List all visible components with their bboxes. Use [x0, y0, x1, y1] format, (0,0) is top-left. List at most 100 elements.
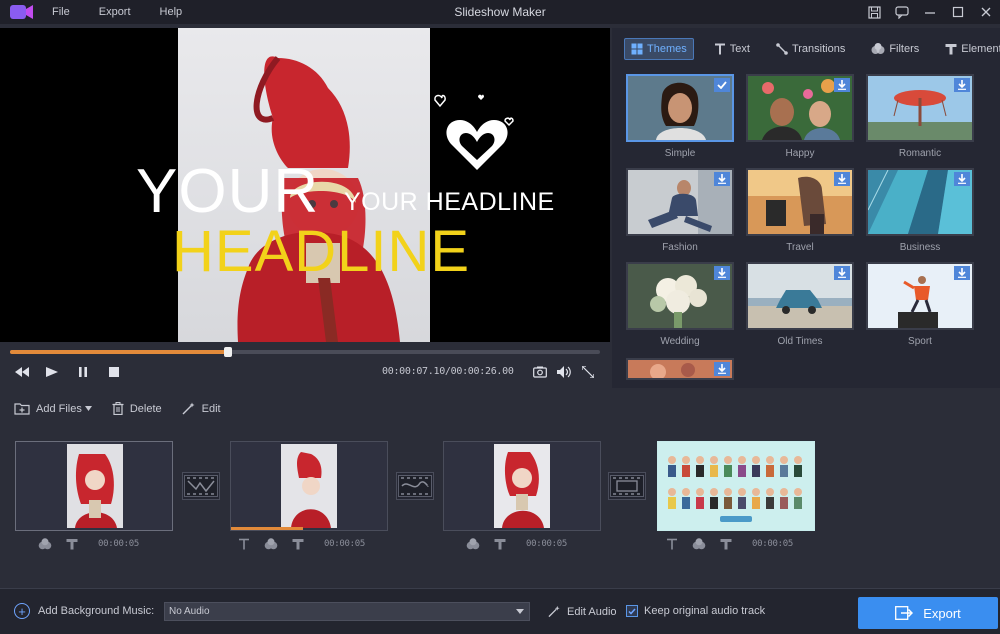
- theme-label: Business: [899, 242, 941, 253]
- download-icon[interactable]: [714, 266, 730, 280]
- feedback-icon[interactable]: [888, 0, 916, 24]
- timeline-clip-3[interactable]: [443, 441, 601, 531]
- audio-select-value: No Audio: [169, 606, 210, 617]
- download-icon[interactable]: [714, 172, 730, 186]
- add-folder-icon: [14, 403, 30, 415]
- element-icon[interactable]: [720, 538, 732, 550]
- menu-export[interactable]: Export: [99, 6, 131, 18]
- clip-duration: 00:00:05: [324, 539, 365, 549]
- download-icon[interactable]: [834, 266, 850, 280]
- theme-label: Sport: [908, 336, 932, 347]
- theme-wedding[interactable]: Wedding: [626, 262, 734, 347]
- theme-thumbnail: [746, 262, 854, 330]
- title-bar: File Export Help Slideshow Maker: [0, 0, 1000, 24]
- tab-text[interactable]: Text: [708, 38, 756, 60]
- download-icon[interactable]: [714, 362, 730, 376]
- theme-more[interactable]: [626, 358, 734, 380]
- rewind-button[interactable]: [14, 364, 30, 380]
- pause-button[interactable]: [75, 364, 91, 380]
- clip-1-meta: 00:00:05: [38, 538, 139, 550]
- play-button[interactable]: [44, 364, 60, 380]
- clip-thumbnail: [494, 444, 550, 528]
- filter-icon[interactable]: [38, 538, 52, 550]
- maximize-icon[interactable]: [944, 0, 972, 24]
- add-background-music-button[interactable]: + Add Background Music:: [14, 603, 154, 619]
- minimize-icon[interactable]: [916, 0, 944, 24]
- filter-icon[interactable]: [466, 538, 480, 550]
- clip-duration: 00:00:05: [98, 539, 139, 549]
- edit-audio-label: Edit Audio: [567, 605, 617, 618]
- clip-thumbnail: [658, 442, 814, 530]
- element-icon[interactable]: [66, 538, 78, 550]
- close-icon[interactable]: [972, 0, 1000, 24]
- filter-icon[interactable]: [264, 538, 278, 550]
- theme-thumbnail: [746, 74, 854, 142]
- delete-label: Delete: [129, 402, 162, 415]
- volume-icon[interactable]: [556, 364, 572, 380]
- text-icon[interactable]: [238, 538, 250, 550]
- edit-wand-icon: [182, 402, 195, 415]
- snapshot-icon[interactable]: [532, 364, 548, 380]
- filter-icon[interactable]: [692, 538, 706, 550]
- timeline-clip-4[interactable]: [657, 441, 815, 531]
- download-icon[interactable]: [834, 78, 850, 92]
- clip-duration: 00:00:05: [526, 539, 567, 549]
- export-label: Export: [923, 605, 961, 621]
- theme-travel[interactable]: Travel: [746, 168, 854, 253]
- video-preview[interactable]: YOUR HEADLINE YOUR HEADLINE: [0, 28, 610, 342]
- theme-label: Old Times: [777, 336, 823, 347]
- tab-themes[interactable]: Themes: [624, 38, 694, 60]
- transition-slot-3[interactable]: [608, 472, 646, 500]
- menu-file[interactable]: File: [52, 6, 70, 18]
- menu-help[interactable]: Help: [160, 6, 183, 18]
- panel-tabs: Themes Text Transitions Filters Elements: [612, 38, 1000, 60]
- download-icon[interactable]: [954, 266, 970, 280]
- download-icon[interactable]: [954, 172, 970, 186]
- tab-filters-label: Filters: [889, 43, 920, 55]
- text-icon[interactable]: [666, 538, 678, 550]
- timeline-clip-1[interactable]: [15, 441, 173, 531]
- transition-slot-1[interactable]: [182, 472, 220, 500]
- theme-label: Fashion: [662, 242, 698, 253]
- trash-icon: [112, 402, 124, 415]
- download-icon[interactable]: [834, 172, 850, 186]
- tab-filters[interactable]: Filters: [865, 38, 925, 60]
- theme-romantic[interactable]: Romantic: [866, 74, 974, 159]
- transition-slot-2[interactable]: [396, 472, 434, 500]
- element-icon[interactable]: [292, 538, 304, 550]
- edit-label: Edit: [201, 402, 221, 415]
- keep-original-audio-checkbox[interactable]: Keep original audio track: [626, 605, 765, 617]
- elements-icon: [945, 44, 957, 55]
- theme-thumbnail: [866, 262, 974, 330]
- tab-transitions[interactable]: Transitions: [770, 38, 851, 60]
- seek-bar[interactable]: [10, 347, 600, 357]
- theme-label: Travel: [786, 242, 814, 253]
- selected-check-icon: [714, 78, 730, 92]
- theme-fashion[interactable]: Fashion: [626, 168, 734, 253]
- theme-happy[interactable]: Happy: [746, 74, 854, 159]
- theme-business[interactable]: Business: [866, 168, 974, 253]
- edit-button[interactable]: Edit: [182, 402, 221, 415]
- fullscreen-icon[interactable]: [580, 364, 596, 380]
- download-icon[interactable]: [954, 78, 970, 92]
- clip-thumbnail: [67, 444, 123, 528]
- delete-button[interactable]: Delete: [112, 402, 162, 415]
- timeline-clip-2[interactable]: [230, 441, 388, 531]
- add-files-button[interactable]: Add Files: [14, 402, 92, 415]
- theme-label: Simple: [664, 148, 696, 159]
- theme-simple[interactable]: Simple: [626, 74, 734, 159]
- element-icon[interactable]: [494, 538, 506, 550]
- theme-label: Romantic: [898, 148, 942, 159]
- tab-elements[interactable]: Elements: [939, 38, 1000, 60]
- export-button[interactable]: Export: [858, 597, 998, 629]
- stop-button[interactable]: [106, 364, 122, 380]
- theme-thumbnail: [626, 168, 734, 236]
- seek-handle[interactable]: [224, 347, 233, 357]
- edit-audio-button[interactable]: Edit Audio: [548, 605, 617, 618]
- audio-select[interactable]: No Audio: [164, 602, 530, 621]
- theme-old-times[interactable]: Old Times: [746, 262, 854, 347]
- save-icon[interactable]: [860, 0, 888, 24]
- theme-sport[interactable]: Sport: [866, 262, 974, 347]
- transition-film-icon: [184, 475, 218, 497]
- preview-headline-white: YOUR: [136, 157, 320, 226]
